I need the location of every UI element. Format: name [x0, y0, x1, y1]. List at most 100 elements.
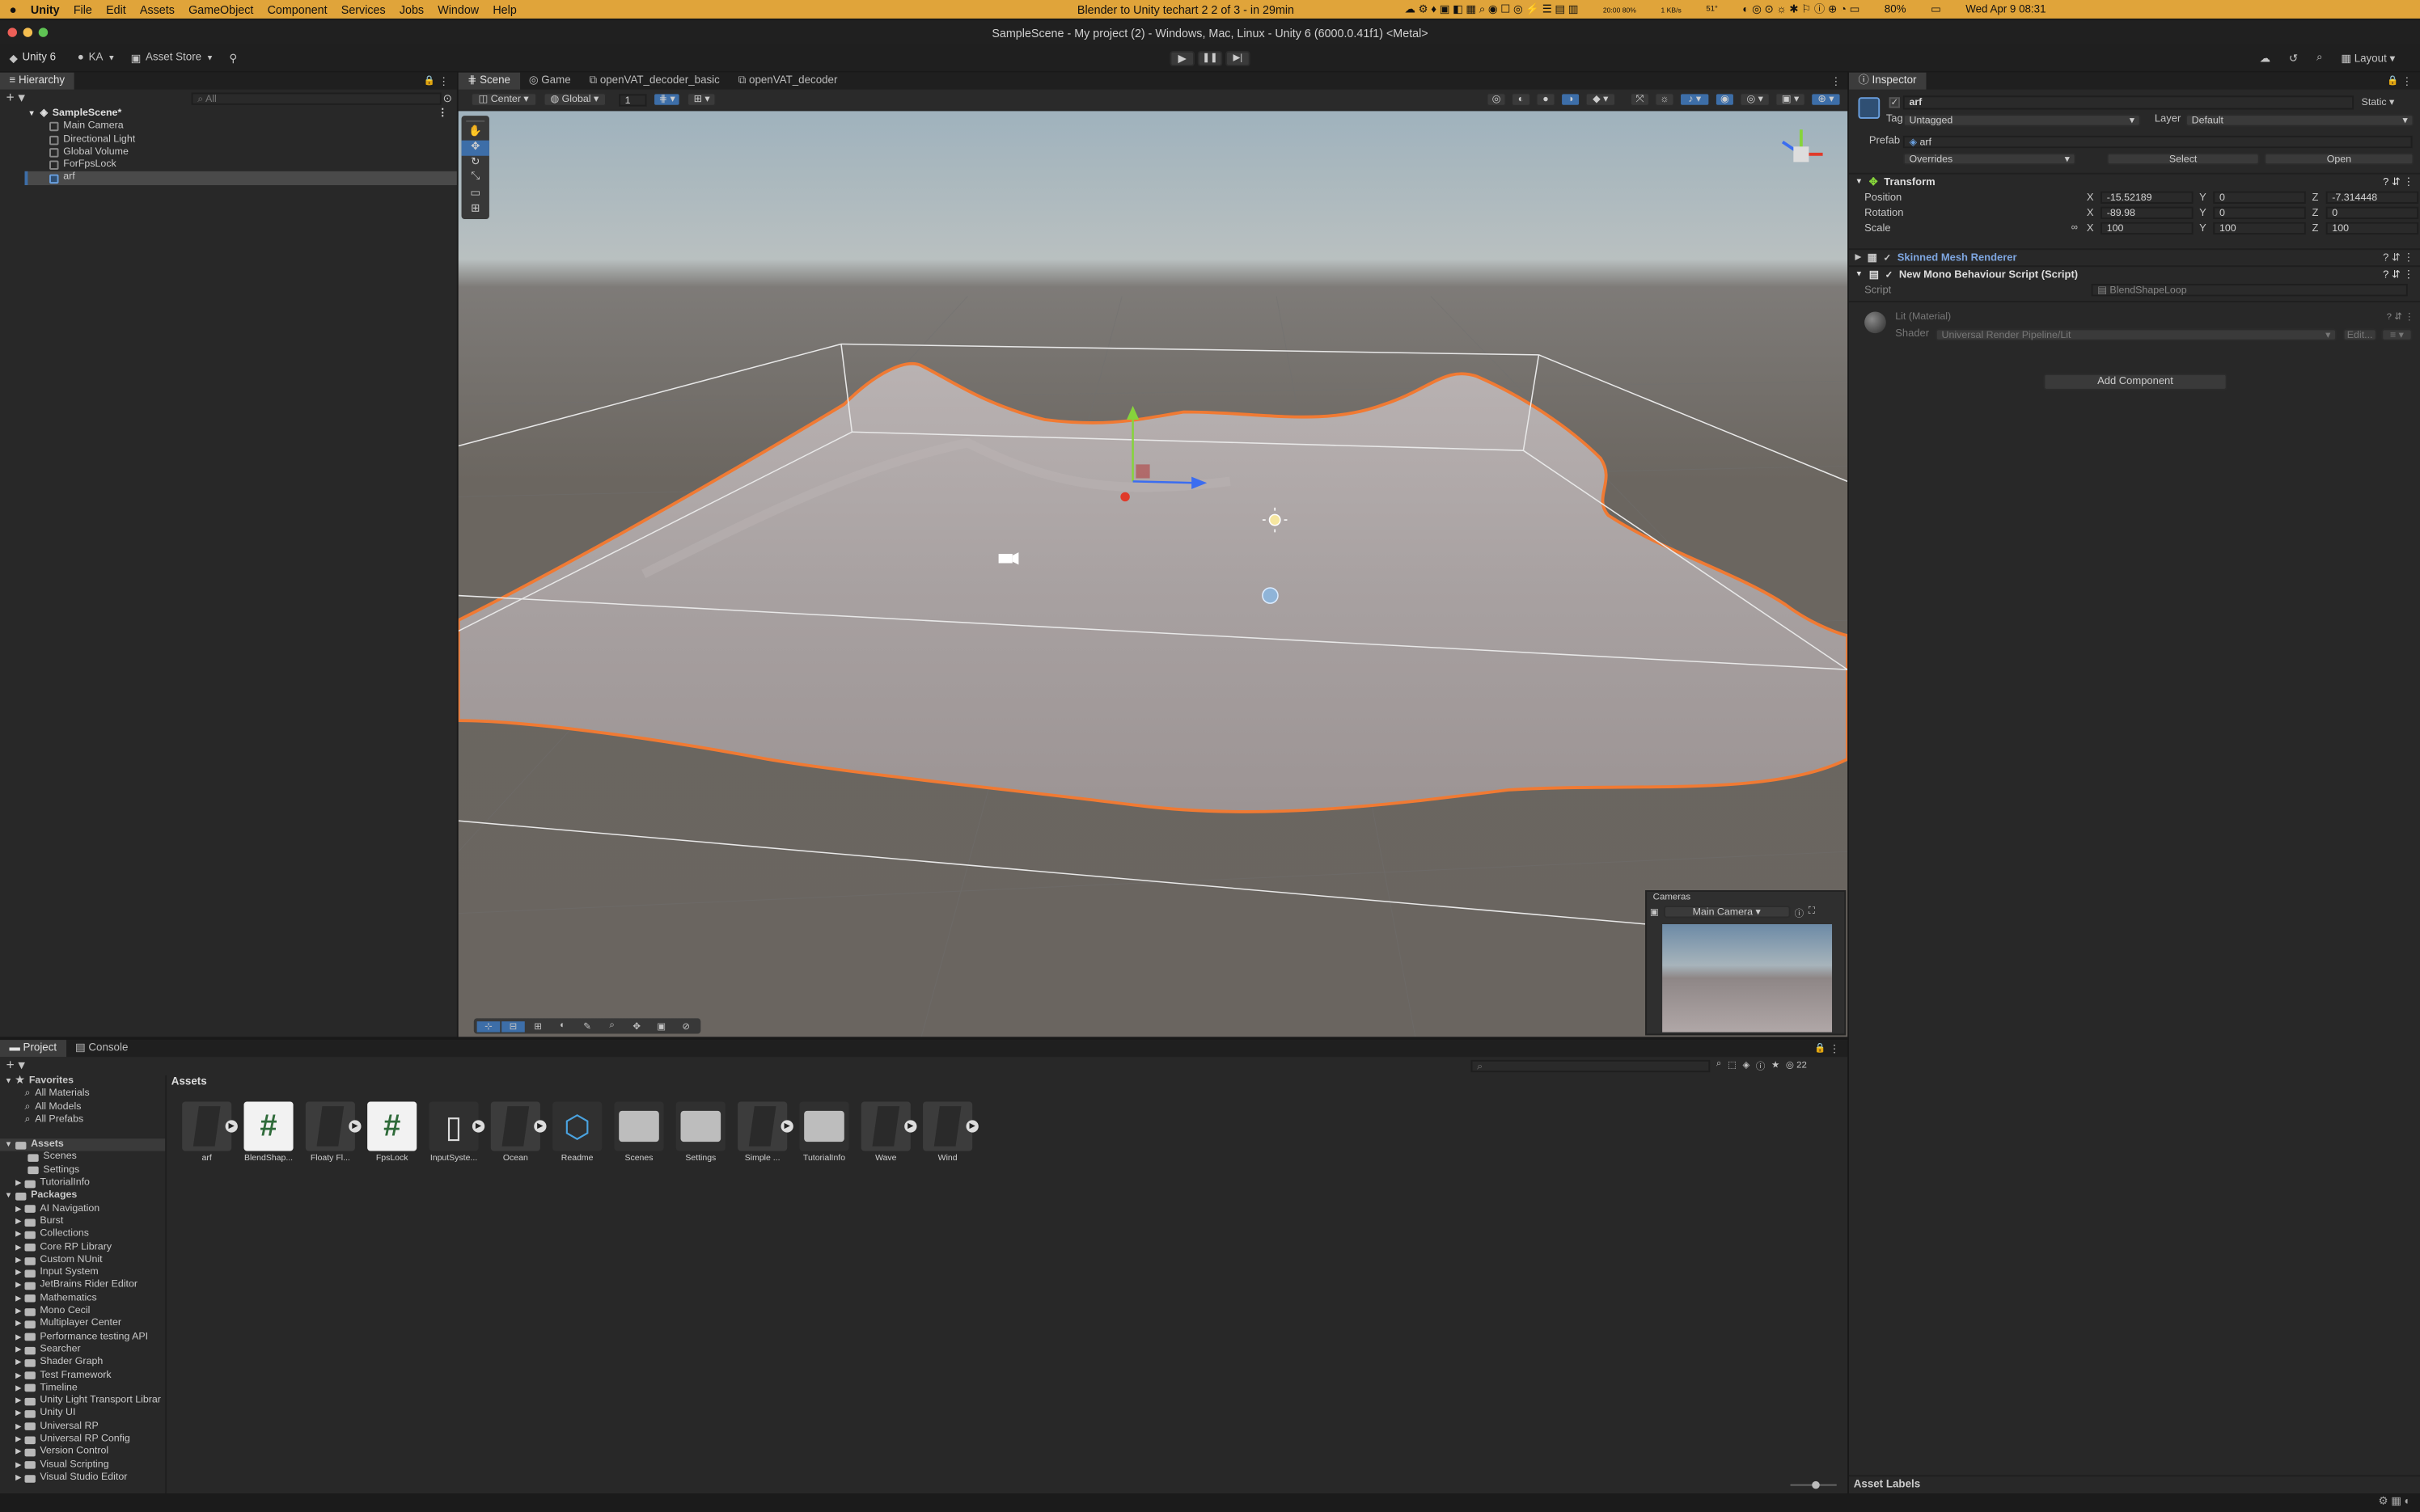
move-tool-icon[interactable]: ✥ — [461, 140, 489, 156]
shader-options-dropdown[interactable]: ≡ ▾ — [2381, 328, 2413, 341]
slider-handle[interactable] — [1812, 1480, 1820, 1489]
script-field[interactable]: ▤ BlendShapeLoop — [2091, 284, 2408, 297]
hierarchy-item-main-camera[interactable]: Main Camera — [0, 120, 457, 133]
asset-item[interactable]: # FpsLock — [364, 1101, 420, 1164]
package-item[interactable]: ▶ JetBrains Rider Editor — [0, 1280, 165, 1293]
overlay-tool-2-icon[interactable]: ⊟ — [501, 1020, 525, 1032]
rotate-tool-icon[interactable]: ↻ — [462, 156, 489, 171]
menu-assets[interactable]: Assets — [140, 2, 175, 16]
assets-root[interactable]: ▼ Assets — [0, 1138, 166, 1152]
active-checkbox[interactable]: ✓ — [1889, 97, 1900, 108]
search-icon[interactable]: ⌕ — [2316, 52, 2322, 64]
search-by-type-icon[interactable]: ⌕ — [1716, 1060, 1721, 1071]
history-icon[interactable]: ↺ — [2289, 52, 2298, 64]
asset-item[interactable]: # BlendShap... — [241, 1101, 297, 1164]
overlay-tool-6-icon[interactable]: ⌕ — [600, 1020, 624, 1031]
asset-labels-bar[interactable]: Asset Labels — [1849, 1475, 2420, 1493]
scale-x-field[interactable]: 100 — [2101, 222, 2194, 235]
more-menu-icon[interactable]: ⋮ — [1829, 1042, 1839, 1054]
favorites-root[interactable]: ▼ ★ Favorites — [0, 1075, 165, 1088]
layout-dropdown[interactable]: ▦ Layout ▾ — [2341, 52, 2395, 64]
asset-folder-item[interactable]: Settings — [0, 1164, 165, 1177]
package-item[interactable]: ▶ Custom NUnit — [0, 1254, 165, 1267]
wireframe-button[interactable]: ● — [1535, 92, 1556, 107]
scene-root[interactable]: ▼ ◈ SampleScene* ⋮ — [0, 108, 457, 121]
expand-arrow-icon[interactable]: ▶ — [966, 1120, 979, 1133]
space-dropdown[interactable]: ◍ Global ▾ — [542, 92, 607, 107]
static-toggle[interactable]: Static ▾ — [2362, 95, 2395, 108]
pivot-dropdown[interactable]: ◫ Center ▾ — [471, 92, 537, 107]
overlay-tool-9-icon[interactable]: ⊘ — [675, 1020, 698, 1031]
favorite-item[interactable]: ⌕ All Materials — [0, 1088, 165, 1101]
package-item[interactable]: ▶ Burst — [0, 1216, 165, 1229]
effects-dropdown[interactable]: ◆ ▾ — [1584, 92, 1616, 107]
more-menu-icon[interactable]: ⋮ — [2401, 75, 2412, 87]
asset-item[interactable]: ▶ Wind — [920, 1101, 979, 1164]
edit-shader-button[interactable]: Edit... — [2342, 328, 2377, 341]
package-item[interactable]: ▶ Visual Scripting — [0, 1459, 165, 1472]
search-by-label-icon[interactable]: ⬚ — [1728, 1060, 1737, 1071]
overlay-tool-7-icon[interactable]: ✥ — [625, 1020, 649, 1031]
component-enabled-checkbox[interactable]: ✓ — [1884, 252, 1892, 263]
account-dropdown[interactable]: KA — [89, 53, 104, 63]
favorite-item[interactable]: ⌕ All Models — [0, 1101, 165, 1114]
status-icons[interactable]: ⚙ ▦ ◐ — [2379, 1495, 2411, 1507]
favorite-icon[interactable]: ⓘ — [1756, 1058, 1765, 1072]
tab-game[interactable]: ◎ Game — [519, 73, 580, 90]
menu-help[interactable]: Help — [493, 2, 516, 16]
lock-icon[interactable]: 🔒 — [2387, 76, 2398, 86]
package-item[interactable]: ▶ Mono Cecil — [0, 1305, 165, 1318]
cloud-icon[interactable]: ☁ — [2260, 52, 2270, 64]
component-enabled-checkbox[interactable]: ✓ — [1885, 269, 1893, 280]
package-item[interactable]: ▶ Unity UI — [0, 1408, 165, 1421]
shader-dropdown[interactable]: Universal Render Pipeline/Lit ▾ — [1935, 328, 2338, 341]
tab-console[interactable]: ▤ Console — [66, 1040, 138, 1057]
package-item[interactable]: ▶ Test Framework — [0, 1370, 165, 1383]
menu-component[interactable]: Component — [268, 2, 328, 16]
asset-item[interactable]: ▯ ▶ InputSyste... — [426, 1101, 485, 1164]
tab-project[interactable]: ▬ Project — [0, 1040, 66, 1058]
zoom-slider[interactable] — [1790, 1480, 1837, 1489]
package-item[interactable]: ▶ Input System — [0, 1267, 165, 1280]
expand-arrow-icon[interactable]: ▶ — [904, 1120, 917, 1133]
overlay-tool-5-icon[interactable]: ✎ — [576, 1020, 599, 1031]
package-item[interactable]: ▶ Timeline — [0, 1382, 165, 1395]
asset-item[interactable]: ▶ Wave — [858, 1101, 917, 1164]
create-asset-button[interactable]: + ▾ — [6, 1057, 25, 1074]
2d-toggle[interactable]: ⤧ — [1630, 92, 1650, 107]
scene-visibility-icon[interactable]: ⊙ — [443, 92, 452, 103]
link-icon[interactable]: ∞ — [2071, 224, 2087, 233]
asset-folder-item[interactable]: Scenes — [0, 1151, 165, 1164]
expand-arrow-icon[interactable]: ▶ — [781, 1120, 793, 1133]
hierarchy-item-directional-light[interactable]: Directional Light — [0, 133, 457, 146]
calendar-notice[interactable]: Blender to Unity techart 2 2 of 3 - in 2… — [1077, 2, 1294, 16]
menu-app[interactable]: Unity — [31, 2, 60, 16]
packages-root[interactable]: ▼ Packages — [0, 1190, 165, 1203]
tab-inspector[interactable]: ⓘ Inspector — [1849, 72, 1926, 90]
asset-folder-item[interactable]: ▶ TutorialInfo — [0, 1177, 165, 1190]
transform-tool-icon[interactable]: ⊞ — [462, 202, 489, 218]
tab-hierarchy[interactable]: ≡ Hierarchy — [0, 72, 74, 90]
increment-snap-button[interactable]: ⊞ ▾ — [687, 92, 717, 107]
shading-button[interactable]: ◐ — [1511, 92, 1531, 107]
add-component-button[interactable]: Add Component — [2043, 373, 2228, 391]
battery-icon[interactable]: ▭ — [1931, 3, 1941, 15]
overlay-tool-3-icon[interactable]: ⊞ — [527, 1020, 550, 1031]
terrain-mesh[interactable] — [458, 361, 1848, 813]
star-icon[interactable]: ★ — [1771, 1060, 1779, 1071]
grid-snap-field[interactable]: 1 — [619, 93, 647, 106]
project-search-input[interactable]: ⌕ — [1470, 1058, 1711, 1072]
prefab-field[interactable]: ◈ arf — [1902, 135, 2413, 149]
asset-item[interactable]: ▶ Floaty Fl... — [302, 1101, 362, 1164]
select-prefab-button[interactable]: Select — [2106, 152, 2260, 166]
overlay-tool-4-icon[interactable]: ◐ — [551, 1021, 574, 1030]
asset-item[interactable]: Settings — [673, 1101, 729, 1164]
shaded-button[interactable]: ◑ — [1560, 92, 1580, 107]
package-item[interactable]: ▶ Collections — [0, 1228, 165, 1241]
menu-gameobject[interactable]: GameObject — [188, 2, 253, 16]
lighting-toggle[interactable]: ☼ — [1654, 92, 1675, 107]
tab-scene[interactable]: ⋕ Scene — [458, 72, 520, 90]
transform-header[interactable]: ▼ ✥ Transform ? ⇵ ⋮ — [1849, 175, 2420, 190]
asset-item[interactable]: ⬡ Readme — [549, 1101, 605, 1164]
position-y-field[interactable]: 0 — [2213, 191, 2306, 204]
